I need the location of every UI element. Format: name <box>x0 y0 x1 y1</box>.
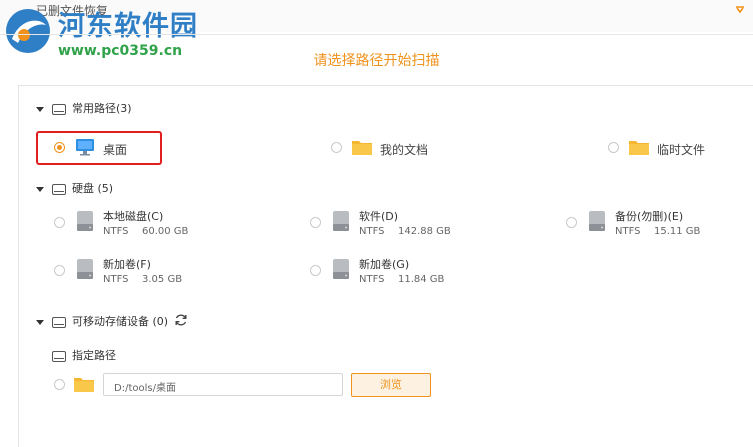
section-custom-path-title: 指定路径 <box>72 349 116 362</box>
hard-disk-icon <box>333 259 349 279</box>
collapse-caret-icon[interactable] <box>36 186 44 192</box>
radio-disk-e[interactable] <box>566 217 577 228</box>
disk-name-f: 新加卷(F) <box>103 258 151 271</box>
hard-disk-icon <box>77 259 93 279</box>
collapse-caret-icon[interactable] <box>36 106 44 112</box>
path-label-desktop[interactable]: 桌面 <box>103 141 127 158</box>
radio-desktop[interactable] <box>54 142 65 153</box>
scan-prompt: 请选择路径开始扫描 <box>313 53 440 69</box>
refresh-icon[interactable] <box>174 313 188 327</box>
disk-size-g: 11.84 GB <box>398 274 445 285</box>
folder-icon <box>74 378 94 392</box>
section-removable[interactable]: 可移动存储设备 (0) <box>36 313 168 329</box>
browse-button[interactable]: 浏览 <box>351 373 431 397</box>
disk-size-e: 15.11 GB <box>654 226 701 237</box>
drive-icon <box>52 103 66 115</box>
disk-size-c: 60.00 GB <box>142 226 189 237</box>
hard-disk-icon <box>589 211 605 231</box>
drive-icon <box>52 183 66 195</box>
section-custom-path: 指定路径 <box>52 347 116 363</box>
section-common-paths[interactable]: 常用路径(3) <box>36 100 132 116</box>
folder-icon <box>629 141 649 155</box>
section-common-paths-count: (3) <box>116 102 132 115</box>
radio-disk-g[interactable] <box>310 265 321 276</box>
drive-icon <box>52 350 66 362</box>
section-removable-count: (0) <box>152 315 169 328</box>
disk-size-d: 142.88 GB <box>398 226 451 237</box>
minimize-icon[interactable] <box>733 4 747 18</box>
disk-fs-e: NTFS <box>615 226 641 237</box>
disk-fs-d: NTFS <box>359 226 385 237</box>
path-label-my-documents[interactable]: 我的文档 <box>380 141 428 158</box>
section-removable-title: 可移动存储设备 <box>72 315 149 328</box>
disk-name-g: 新加卷(G) <box>359 258 410 271</box>
radio-my-documents[interactable] <box>331 142 342 153</box>
hard-disk-icon <box>77 211 93 231</box>
folder-icon <box>352 141 372 155</box>
drive-icon <box>52 316 66 328</box>
disk-name-d: 软件(D) <box>359 210 399 223</box>
radio-custom-path[interactable] <box>54 379 65 390</box>
watermark-title: 河东软件园 <box>58 11 198 42</box>
path-label-temp-files[interactable]: 临时文件 <box>657 141 705 158</box>
disk-fs-g: NTFS <box>359 274 385 285</box>
radio-disk-c[interactable] <box>54 217 65 228</box>
custom-path-input[interactable]: D:/tools/桌面 <box>103 373 343 396</box>
disk-name-e: 备份(勿删)(E) <box>615 210 684 223</box>
desktop-monitor-icon <box>76 139 94 156</box>
disk-name-c: 本地磁盘(C) <box>103 210 164 223</box>
disk-size-f: 3.05 GB <box>142 274 183 285</box>
section-disks-title: 硬盘 <box>72 182 94 195</box>
section-disks-count: (5) <box>97 182 114 195</box>
collapse-caret-icon[interactable] <box>36 319 44 325</box>
hard-disk-icon <box>333 211 349 231</box>
radio-disk-d[interactable] <box>310 217 321 228</box>
header-divider <box>0 34 753 35</box>
radio-disk-f[interactable] <box>54 265 65 276</box>
disk-fs-f: NTFS <box>103 274 129 285</box>
section-disks[interactable]: 硬盘 (5) <box>36 180 113 196</box>
radio-temp-files[interactable] <box>608 142 619 153</box>
disk-fs-c: NTFS <box>103 226 129 237</box>
section-common-paths-title: 常用路径 <box>72 102 116 115</box>
